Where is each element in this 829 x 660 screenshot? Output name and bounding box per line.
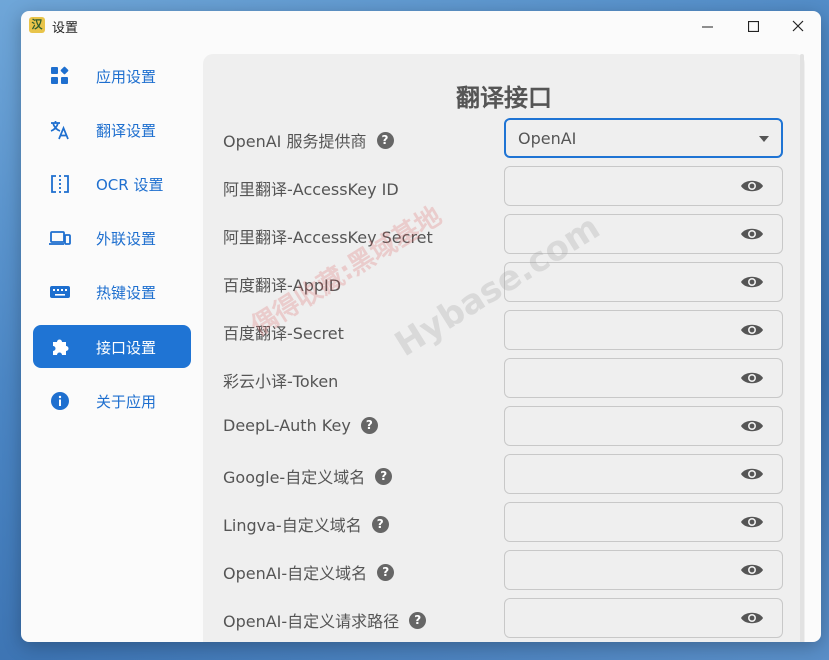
- eye-icon[interactable]: [740, 466, 764, 482]
- secret-input[interactable]: [504, 310, 783, 350]
- chevron-down-icon: [759, 136, 769, 142]
- provider-label: OpenAI 服务提供商: [223, 132, 367, 151]
- field-row: 阿里翻译-AccessKey Secret: [203, 214, 805, 254]
- close-button[interactable]: [775, 11, 821, 41]
- title-bar[interactable]: 汉 设置: [21, 11, 821, 41]
- ocr-icon: [49, 173, 71, 195]
- app-icon: 汉: [29, 17, 45, 33]
- sidebar-item-label: 接口设置: [96, 339, 157, 357]
- eye-icon[interactable]: [740, 562, 764, 578]
- puzzle-icon: [49, 336, 71, 358]
- sidebar-item-label: 热键设置: [96, 284, 157, 302]
- sidebar-item-hotkey-settings[interactable]: 热键设置: [33, 270, 191, 313]
- help-icon[interactable]: ?: [371, 515, 389, 533]
- provider-select-value: OpenAI: [518, 129, 577, 148]
- field-row: OpenAI-自定义请求路径?: [203, 598, 805, 638]
- help-icon[interactable]: ?: [376, 131, 394, 149]
- apps-icon: [49, 65, 71, 87]
- field-row: Google-自定义域名?: [203, 454, 805, 494]
- info-icon: [49, 390, 71, 412]
- keyboard-icon: [49, 281, 71, 303]
- devices-icon: [49, 227, 71, 249]
- field-row: Lingva-自定义域名?: [203, 502, 805, 542]
- field-label: 百度翻译-AppID: [223, 276, 342, 295]
- secret-input[interactable]: [504, 214, 783, 254]
- sidebar: 应用设置 翻译设置 OCR 设置 外联设置 热键设置 接口设置 关于应用: [21, 41, 201, 641]
- secret-input[interactable]: [504, 406, 783, 446]
- sidebar-item-label: 翻译设置: [96, 122, 157, 140]
- close-icon: [792, 20, 804, 32]
- field-label: OpenAI-自定义域名: [223, 564, 368, 583]
- sidebar-item-label: 关于应用: [96, 393, 157, 411]
- secret-input[interactable]: [504, 598, 783, 638]
- sidebar-item-label: 应用设置: [96, 68, 157, 86]
- sidebar-item-ocr-settings[interactable]: OCR 设置: [33, 162, 191, 205]
- field-row: 百度翻译-AppID: [203, 262, 805, 302]
- page-title: 翻译接口: [456, 84, 552, 112]
- api-settings-panel: 翻译接口 OpenAI 服务提供商 ? OpenAI 阿里翻译-AccessKe…: [203, 54, 805, 642]
- eye-icon[interactable]: [740, 226, 764, 242]
- sidebar-item-label: OCR 设置: [96, 176, 164, 194]
- eye-icon[interactable]: [740, 322, 764, 338]
- minimize-button[interactable]: [684, 11, 730, 41]
- field-row: 百度翻译-Secret: [203, 310, 805, 350]
- eye-icon[interactable]: [740, 418, 764, 434]
- sidebar-item-about[interactable]: 关于应用: [33, 379, 191, 422]
- help-icon[interactable]: ?: [360, 417, 378, 434]
- help-icon[interactable]: ?: [409, 611, 427, 629]
- translate-icon: [49, 119, 71, 141]
- secret-input[interactable]: [504, 502, 783, 542]
- field-label: OpenAI-自定义请求路径: [223, 612, 400, 631]
- eye-icon[interactable]: [740, 514, 764, 530]
- field-label: 阿里翻译-AccessKey ID: [223, 180, 399, 199]
- eye-icon[interactable]: [740, 610, 764, 626]
- minimize-icon: [701, 26, 713, 27]
- eye-icon[interactable]: [740, 370, 764, 386]
- help-icon[interactable]: ?: [375, 467, 393, 485]
- eye-icon[interactable]: [740, 178, 764, 194]
- field-row: DeepL-Auth Key?: [203, 406, 805, 446]
- field-label: DeepL-Auth Key: [223, 416, 351, 435]
- field-label: 阿里翻译-AccessKey Secret: [223, 228, 433, 247]
- help-icon[interactable]: ?: [377, 563, 395, 581]
- eye-icon[interactable]: [740, 274, 764, 290]
- window-title: 设置: [52, 21, 79, 36]
- field-row: OpenAI-自定义域名?: [203, 550, 805, 590]
- maximize-button[interactable]: [730, 11, 776, 41]
- secret-input[interactable]: [504, 550, 783, 590]
- maximize-icon: [747, 20, 759, 32]
- scrollbar[interactable]: [799, 54, 805, 642]
- secret-input[interactable]: [504, 358, 783, 398]
- field-label: 百度翻译-Secret: [223, 324, 344, 343]
- provider-row: OpenAI 服务提供商 ? OpenAI: [203, 118, 805, 158]
- sidebar-item-translate-settings[interactable]: 翻译设置: [33, 108, 191, 151]
- secret-input[interactable]: [504, 262, 783, 302]
- field-label: 彩云小译-Token: [223, 372, 339, 391]
- field-row: 阿里翻译-AccessKey ID: [203, 166, 805, 206]
- field-label: Google-自定义域名: [223, 468, 366, 487]
- sidebar-item-app-settings[interactable]: 应用设置: [33, 54, 191, 97]
- field-label: Lingva-自定义域名: [223, 516, 362, 535]
- sidebar-item-label: 外联设置: [96, 230, 157, 248]
- provider-select[interactable]: OpenAI: [504, 118, 783, 158]
- field-row: 彩云小译-Token: [203, 358, 805, 398]
- secret-input[interactable]: [504, 454, 783, 494]
- sidebar-item-external-settings[interactable]: 外联设置: [33, 216, 191, 259]
- sidebar-item-api-settings[interactable]: 接口设置: [33, 325, 191, 368]
- secret-input[interactable]: [504, 166, 783, 206]
- settings-window: 汉 设置 应用设置 翻译设置 OCR 设置 外联设置 热键设置 接口设置 关于应…: [21, 11, 821, 642]
